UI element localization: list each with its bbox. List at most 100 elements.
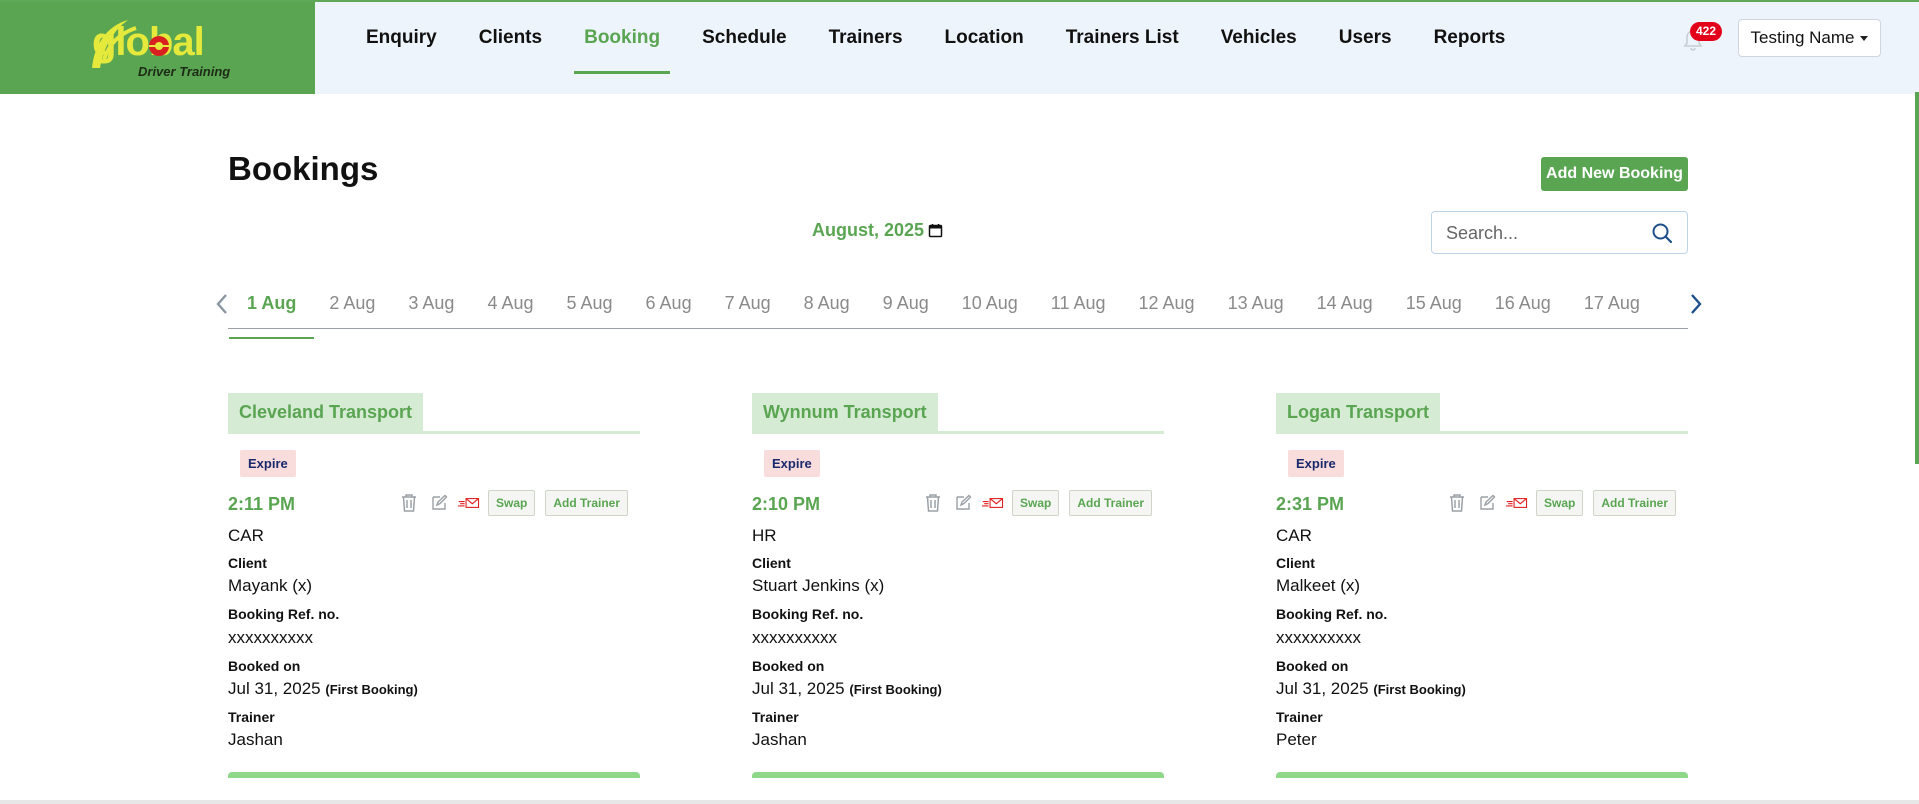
- location-name: Cleveland Transport: [228, 393, 424, 431]
- status-bar: [228, 772, 640, 778]
- trash-icon[interactable]: [1446, 493, 1468, 513]
- trainer-name: Jashan: [752, 730, 807, 749]
- nav-users[interactable]: Users: [1318, 2, 1413, 74]
- booking-card: Wynnum Transport Expire 2:10 PM Swap Add…: [752, 393, 1164, 778]
- date-tab-12-aug[interactable]: 12 Aug: [1139, 283, 1195, 329]
- edit-icon[interactable]: [952, 494, 974, 512]
- add-trainer-button[interactable]: Add Trainer: [545, 490, 629, 516]
- date-tab-9-aug[interactable]: 9 Aug: [883, 283, 929, 329]
- date-tab-1-aug[interactable]: 1 Aug: [228, 283, 315, 339]
- nav-trainers-list[interactable]: Trainers List: [1045, 2, 1200, 74]
- search-input[interactable]: [1432, 212, 1658, 255]
- booking-ref-label: Booking Ref. no.: [1276, 606, 1388, 622]
- date-tab-14-aug[interactable]: 14 Aug: [1317, 283, 1373, 329]
- trainer-name: Jashan: [228, 730, 283, 749]
- brand-logo[interactable]: global Driver Training: [0, 2, 315, 94]
- location-name: Logan Transport: [1276, 393, 1441, 431]
- nav-clients[interactable]: Clients: [458, 2, 563, 74]
- first-booking-note: (First Booking): [325, 682, 418, 697]
- search-box: [1431, 211, 1688, 255]
- date-tab-11-aug[interactable]: 11 Aug: [1051, 283, 1106, 329]
- scrollbar-thumb[interactable]: [1915, 92, 1919, 464]
- booking-time: 2:10 PM: [752, 494, 821, 514]
- booked-on-date: Jul 31, 2025: [752, 679, 845, 698]
- vehicle-type: HR: [752, 526, 777, 545]
- edit-icon[interactable]: [428, 494, 450, 512]
- booking-time: 2:31 PM: [1276, 494, 1345, 514]
- calendar-icon: [928, 224, 943, 238]
- booked-on-label: Booked on: [228, 658, 301, 674]
- location-name: Wynnum Transport: [752, 393, 938, 431]
- caret-down-icon: [1860, 35, 1869, 41]
- first-booking-note: (First Booking): [1373, 682, 1466, 697]
- date-tab-13-aug[interactable]: 13 Aug: [1228, 283, 1284, 329]
- nav-location[interactable]: Location: [924, 2, 1045, 74]
- booked-on-label: Booked on: [752, 658, 825, 674]
- trainer-label: Trainer: [1276, 709, 1323, 725]
- logo-subtext: Driver Training: [138, 64, 231, 79]
- booked-on-label: Booked on: [1276, 658, 1349, 674]
- date-strip: 1 Aug 2 Aug 3 Aug 4 Aug 5 Aug 6 Aug 7 Au…: [216, 283, 1702, 339]
- trainer-label: Trainer: [228, 709, 275, 725]
- user-menu-button[interactable]: Testing Name: [1738, 19, 1881, 57]
- nav-vehicles[interactable]: Vehicles: [1200, 2, 1318, 74]
- chevron-right-icon[interactable]: [1690, 293, 1702, 315]
- edit-icon[interactable]: [1476, 494, 1498, 512]
- date-tab-4-aug[interactable]: 4 Aug: [487, 283, 533, 329]
- client-name: Stuart Jenkins (x): [752, 576, 885, 595]
- client-label: Client: [1276, 555, 1315, 571]
- date-tab-5-aug[interactable]: 5 Aug: [566, 283, 612, 329]
- search-icon[interactable]: [1651, 222, 1673, 244]
- add-trainer-button[interactable]: Add Trainer: [1069, 490, 1153, 516]
- add-trainer-button[interactable]: Add Trainer: [1593, 490, 1677, 516]
- date-tabs: 1 Aug 2 Aug 3 Aug 4 Aug 5 Aug 6 Aug 7 Au…: [228, 283, 1640, 339]
- trainer-label: Trainer: [752, 709, 799, 725]
- nav-enquiry[interactable]: Enquiry: [345, 2, 458, 74]
- booking-time: 2:11 PM: [228, 494, 296, 514]
- booked-on-date: Jul 31, 2025: [228, 679, 321, 698]
- date-tab-17-aug[interactable]: 17 Aug: [1584, 283, 1640, 329]
- nav-booking[interactable]: Booking: [563, 2, 681, 74]
- client-name: Malkeet (x): [1276, 576, 1361, 595]
- add-new-booking-button[interactable]: Add New Booking: [1541, 157, 1688, 191]
- booking-ref-value: xxxxxxxxxx: [228, 628, 313, 647]
- swap-button[interactable]: Swap: [1012, 490, 1060, 516]
- chevron-left-icon[interactable]: [216, 293, 228, 315]
- month-label: August, 2025: [812, 220, 925, 240]
- main-nav: Enquiry Clients Booking Schedule Trainer…: [345, 2, 1526, 94]
- client-name: Mayank (x): [228, 576, 313, 595]
- trainer-name: Peter: [1276, 730, 1317, 749]
- notification-count-badge: 422: [1690, 22, 1723, 41]
- bottom-divider: [0, 800, 1919, 804]
- nav-reports[interactable]: Reports: [1413, 2, 1527, 74]
- booking-ref-label: Booking Ref. no.: [228, 606, 340, 622]
- location-header: Logan Transport: [1276, 393, 1688, 434]
- date-tab-15-aug[interactable]: 15 Aug: [1406, 283, 1462, 329]
- date-tab-6-aug[interactable]: 6 Aug: [646, 283, 692, 329]
- date-tab-8-aug[interactable]: 8 Aug: [804, 283, 850, 329]
- date-tab-2-aug[interactable]: 2 Aug: [329, 283, 375, 329]
- trash-icon[interactable]: [922, 493, 944, 513]
- booking-card: Cleveland Transport Expire 2:11 PM Swap …: [228, 393, 640, 778]
- date-tab-10-aug[interactable]: 10 Aug: [962, 283, 1018, 329]
- expire-badge: Expire: [764, 450, 820, 477]
- date-tab-7-aug[interactable]: 7 Aug: [725, 283, 771, 329]
- client-label: Client: [752, 555, 791, 571]
- trash-icon[interactable]: [398, 493, 420, 513]
- month-picker[interactable]: August, 2025: [812, 220, 943, 241]
- send-email-icon[interactable]: [982, 494, 1004, 512]
- nav-trainers[interactable]: Trainers: [808, 2, 924, 74]
- booking-actions: Swap Add Trainer: [922, 490, 1153, 516]
- send-email-icon[interactable]: [458, 494, 480, 512]
- date-tab-3-aug[interactable]: 3 Aug: [408, 283, 454, 329]
- vehicle-type: CAR: [228, 526, 264, 545]
- steering-wheel-icon: [149, 36, 169, 56]
- date-tab-16-aug[interactable]: 16 Aug: [1495, 283, 1551, 329]
- booking-ref-value: xxxxxxxxxx: [752, 628, 837, 647]
- booking-card: Logan Transport Expire 2:31 PM Swap Add …: [1276, 393, 1688, 778]
- booking-actions: Swap Add Trainer: [398, 490, 629, 516]
- swap-button[interactable]: Swap: [1536, 490, 1584, 516]
- swap-button[interactable]: Swap: [488, 490, 536, 516]
- nav-schedule[interactable]: Schedule: [681, 2, 807, 74]
- send-email-icon[interactable]: [1506, 494, 1528, 512]
